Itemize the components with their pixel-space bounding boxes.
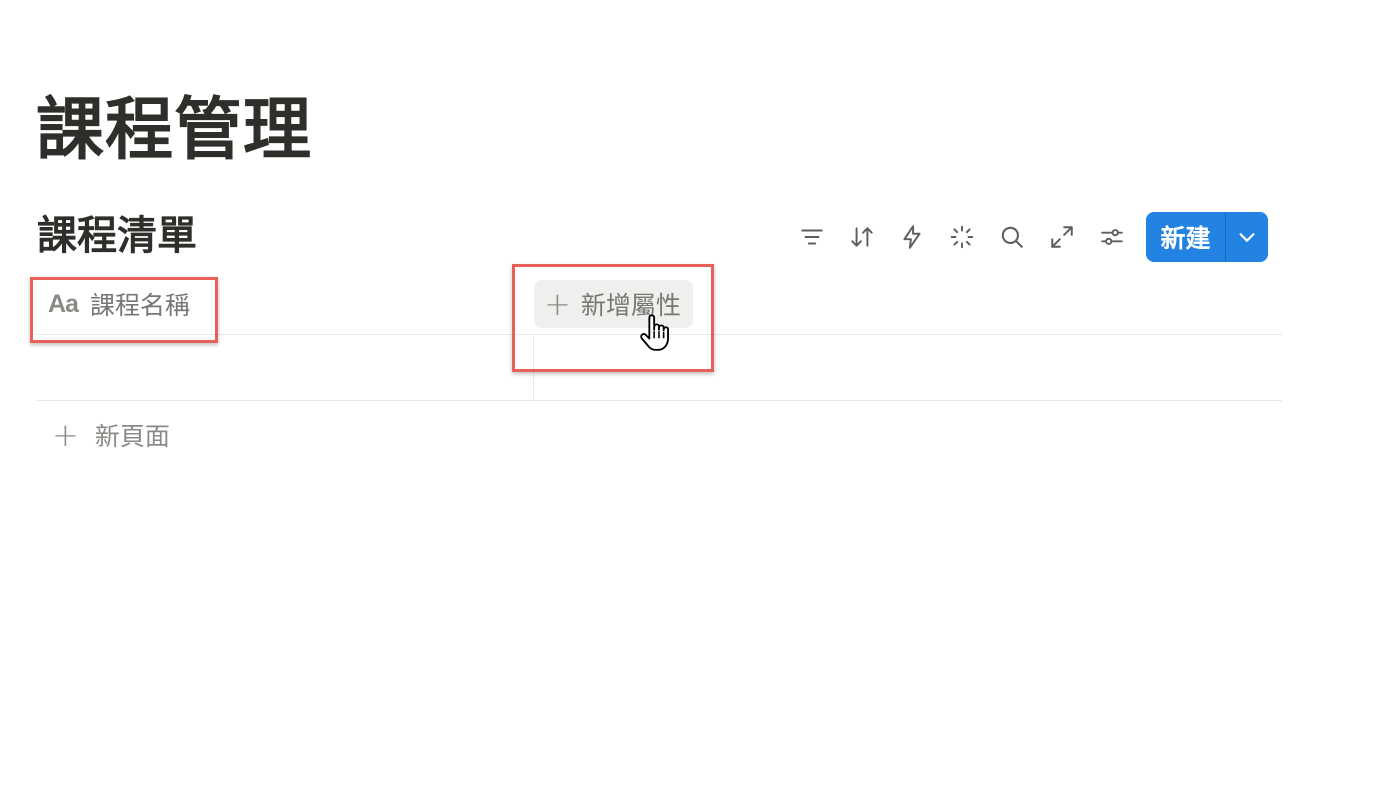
column-header-label: 課程名稱 — [89, 291, 190, 320]
filter-button[interactable] — [788, 217, 836, 257]
expand-icon — [1051, 226, 1073, 248]
ai-sparkle-icon — [950, 225, 974, 249]
plus-icon: + — [544, 285, 571, 323]
sort-button[interactable] — [838, 217, 886, 257]
new-page-button[interactable]: + 新頁面 — [52, 414, 170, 456]
database-title[interactable]: 課程清單 — [37, 208, 197, 264]
settings-sliders-icon — [1101, 229, 1123, 245]
chevron-down-icon — [1239, 233, 1255, 242]
view-settings-button[interactable] — [1088, 217, 1136, 257]
search-icon — [1001, 226, 1023, 248]
expand-button[interactable] — [1038, 217, 1086, 257]
search-button[interactable] — [988, 217, 1036, 257]
page: 課程管理 課程清單 新建 Aa 課程名稱 + 新增屬性 + 新頁面 — [0, 0, 1400, 798]
ai-button[interactable] — [938, 217, 986, 257]
row-divider — [36, 400, 1282, 401]
new-button-dropdown[interactable] — [1226, 212, 1268, 262]
filter-icon — [801, 229, 823, 245]
page-title[interactable]: 課程管理 — [36, 88, 312, 174]
plus-icon: + — [52, 416, 79, 454]
hand-cursor-icon — [638, 314, 672, 354]
new-page-label: 新頁面 — [94, 422, 170, 451]
database-toolbar — [788, 212, 1138, 262]
new-button[interactable]: 新建 — [1146, 212, 1225, 262]
column-divider — [533, 335, 534, 401]
automation-button[interactable] — [888, 217, 936, 257]
new-button-group: 新建 — [1146, 212, 1268, 262]
automation-icon — [903, 225, 921, 249]
sort-icon — [851, 227, 873, 247]
title-property-icon: Aa — [48, 289, 79, 318]
column-header-course-name[interactable]: Aa 課程名稱 — [48, 284, 190, 324]
